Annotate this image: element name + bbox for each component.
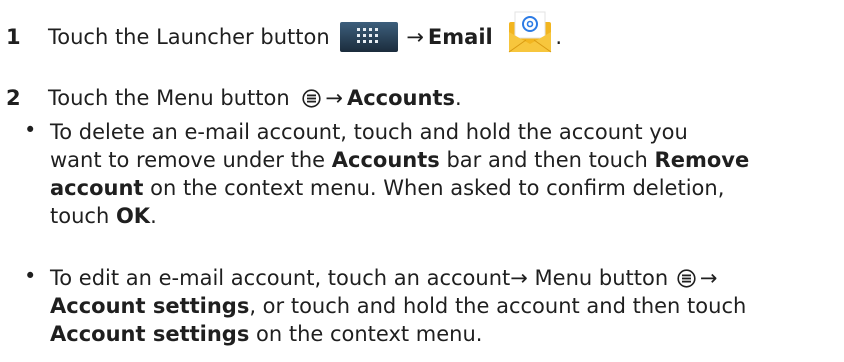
bullet-2-line-1: To edit an e-mail account, touch an acco… [50,264,721,292]
bullet-1-line-4: touch OK. [50,202,157,230]
email-envelope-icon [505,10,555,56]
launcher-grid-icon [340,22,399,52]
step-2: 2 Touch the Menu button → Accounts. [6,84,462,112]
bullet-1-line-2: want to remove under the Accounts bar an… [50,146,749,174]
step-1-text: Touch the Launcher button [48,25,330,49]
text: touch [50,204,116,228]
arrow-1: → [406,25,424,49]
account-settings-bold: Account settings [50,322,250,346]
step-2-number: 2 [6,86,21,110]
bullet-2-line-3: Account settings on the context menu. [50,320,482,348]
email-label: Email [427,25,493,49]
text: To edit an e-mail account, touch an acco… [50,266,511,290]
accounts-bold: Accounts [331,148,440,172]
text: , or touch and hold the account and then… [249,294,747,318]
account-settings-bold: Account settings [50,294,250,318]
text: . [150,204,157,228]
bullet-2-line-2: Account settings, or touch and hold the … [50,292,746,320]
arrow: → [699,266,718,290]
step-2-text: Touch the Menu button [48,86,290,110]
remove-bold: Remove [654,148,750,172]
bullet-dot: • [24,118,37,142]
accounts-label: Accounts [346,86,455,110]
bullet-1-line-1: To delete an e-mail account, touch and h… [50,118,688,146]
menu-circle-icon [677,267,696,288]
arrow: → [510,266,528,290]
account-bold: account [50,176,144,200]
step-1-number: 1 [6,25,21,49]
text: Menu button [527,266,675,290]
bullet-1-line-3: account on the context menu. When asked … [50,174,724,202]
step-1-end: . [555,25,563,49]
text: To delete an e-mail account, touch and h… [50,120,688,144]
arrow-2: → [325,86,343,110]
text: bar and then touch [439,148,655,172]
menu-circle-icon [302,87,321,108]
bullet-dot: • [24,264,37,288]
text: want to remove under the [50,148,332,172]
text: on the context menu. When asked to confi… [143,176,725,200]
step-1: 1 Touch the Launcher button → Email . [6,10,562,56]
ok-bold: OK [115,204,151,228]
step-2-end: . [455,86,462,110]
text: on the context menu. [249,322,483,346]
instruction-page: 1 Touch the Launcher button → Email . 2 … [0,0,844,362]
